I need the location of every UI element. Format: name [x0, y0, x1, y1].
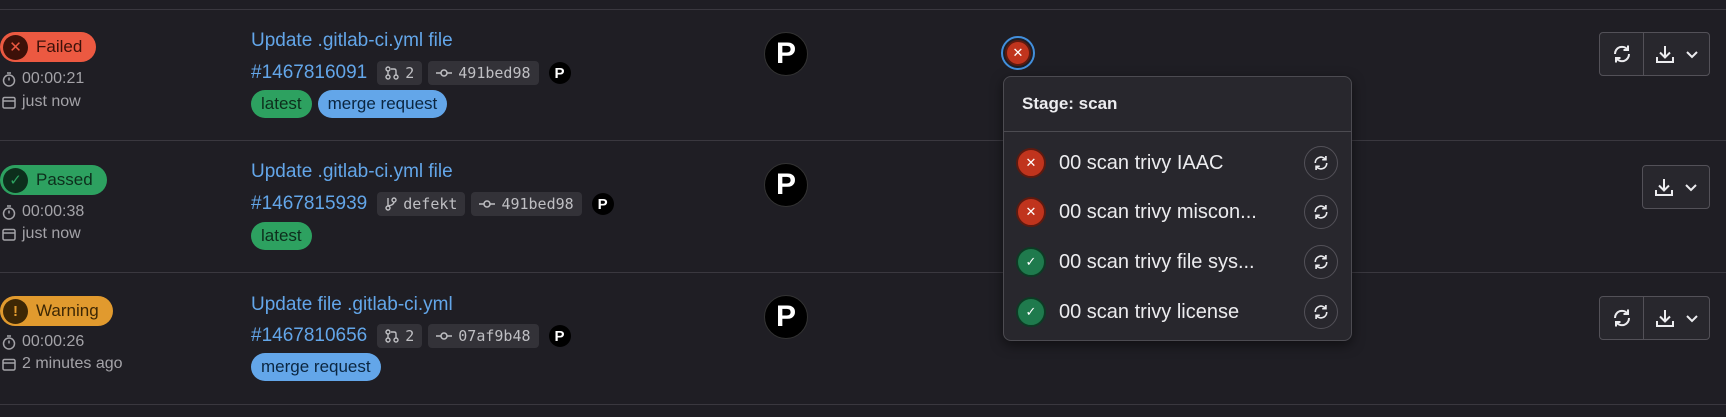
close-circle-icon: ✕ [1016, 148, 1046, 178]
triggerer-avatar[interactable]: P [764, 32, 808, 76]
job-retry-button[interactable] [1304, 146, 1338, 180]
pipeline-row: ! Warning 00:00:26 2 minutes ago Update … [0, 273, 1726, 404]
dropdown-header: Stage: scan [1004, 77, 1351, 132]
tag-list: latest [251, 222, 318, 250]
tag-list: latest merge request [251, 90, 453, 118]
job-retry-button[interactable] [1304, 245, 1338, 279]
stage-jobs-dropdown: Stage: scan ✕ 00 scan trivy IAAC ✕ 00 sc… [1003, 76, 1352, 341]
commit-icon [479, 200, 496, 208]
pipeline-row: ✕ Failed 00:00:21 just now Update .gitla… [0, 10, 1726, 141]
tag-list: merge request [251, 353, 387, 381]
check-circle-icon: ✓ [3, 167, 28, 193]
pipeline-id-line: #1467815939 defekt 491bed98 P [251, 190, 614, 218]
download-icon [1655, 179, 1673, 196]
status-badge-failed[interactable]: ✕ Failed [0, 32, 97, 62]
tag-merge-request: merge request [251, 353, 381, 381]
calendar-icon [2, 358, 16, 371]
retry-icon [1314, 156, 1328, 170]
duration: 00:00:38 [2, 203, 84, 221]
duration: 00:00:21 [2, 70, 84, 88]
job-retry-button[interactable] [1304, 195, 1338, 229]
status-label: Passed [36, 170, 93, 189]
timer-icon [2, 71, 16, 87]
status-label: Warning [36, 301, 99, 320]
triggerer-avatar[interactable]: P [764, 163, 808, 207]
job-name: 00 scan trivy miscon... [1059, 200, 1257, 223]
commit-icon [436, 69, 453, 77]
commit-title-link[interactable]: Update .gitlab-ci.yml file [251, 161, 453, 183]
pipeline-id-line: #1467810656 2 07af9b48 P [251, 322, 571, 350]
commit-sha-chip[interactable]: 491bed98 [428, 61, 539, 85]
author-avatar[interactable]: P [591, 193, 614, 215]
pipeline-row: ✓ Passed 00:00:38 just now Update .gitla… [0, 141, 1726, 272]
merge-request-chip[interactable]: 2 [377, 61, 423, 85]
retry-button[interactable] [1600, 33, 1643, 75]
tag-latest: latest [251, 90, 312, 118]
status-badge-passed[interactable]: ✓ Passed [0, 165, 107, 195]
pipeline-id-link[interactable]: #1467810656 [251, 325, 367, 347]
commit-title-link[interactable]: Update file .gitlab-ci.yml [251, 294, 453, 316]
job-name: 00 scan trivy file sys... [1059, 250, 1255, 273]
job-item[interactable]: ✓ 00 scan trivy license [1016, 290, 1342, 334]
merge-request-chip[interactable]: 2 [377, 324, 423, 348]
tag-latest: latest [251, 222, 312, 250]
download-artifacts-dropdown[interactable] [1643, 297, 1709, 339]
chevron-down-icon [1685, 315, 1698, 323]
created-time: just now [2, 93, 81, 111]
merge-request-icon [385, 66, 399, 80]
merge-request-icon [385, 329, 399, 343]
timer-icon [2, 204, 16, 220]
retry-icon [1613, 309, 1630, 327]
created-time: 2 minutes ago [2, 355, 123, 373]
job-name: 00 scan trivy license [1059, 300, 1240, 323]
exclamation-circle-icon: ! [3, 298, 28, 324]
duration: 00:00:26 [2, 333, 84, 351]
commit-icon [436, 332, 453, 340]
triggerer-avatar[interactable]: P [764, 295, 808, 339]
author-avatar[interactable]: P [548, 62, 571, 84]
download-artifacts-dropdown[interactable] [1643, 166, 1709, 208]
pipeline-id-link[interactable]: #1467815939 [251, 193, 367, 215]
branch-chip[interactable]: defekt [377, 192, 466, 216]
calendar-icon [2, 96, 16, 109]
job-retry-button[interactable] [1304, 295, 1338, 329]
chevron-down-icon [1685, 51, 1698, 59]
commit-title-link[interactable]: Update .gitlab-ci.yml file [251, 30, 453, 52]
status-badge-warning[interactable]: ! Warning [0, 296, 113, 326]
timer-icon [2, 334, 16, 350]
action-buttons [1599, 296, 1710, 340]
close-circle-icon: ✕ [3, 34, 28, 60]
retry-icon [1613, 45, 1630, 63]
tag-merge-request: merge request [317, 90, 448, 118]
created-time: just now [2, 225, 81, 243]
status-label: Failed [36, 37, 83, 56]
commit-sha-chip[interactable]: 07af9b48 [428, 324, 539, 348]
close-circle-icon: ✕ [1005, 40, 1031, 66]
download-icon [1655, 46, 1674, 63]
pipeline-id-line: #1467816091 2 491bed98 P [251, 59, 571, 87]
retry-icon [1314, 305, 1328, 319]
job-item[interactable]: ✓ 00 scan trivy file sys... [1016, 240, 1342, 284]
retry-button[interactable] [1600, 297, 1643, 339]
job-item[interactable]: ✕ 00 scan trivy miscon... [1016, 190, 1342, 234]
action-buttons [1642, 165, 1710, 209]
download-artifacts-dropdown[interactable] [1643, 33, 1709, 75]
commit-sha-chip[interactable]: 491bed98 [471, 192, 582, 216]
branch-icon [385, 197, 397, 211]
action-buttons [1599, 32, 1710, 76]
row-divider [0, 404, 1726, 405]
check-circle-icon: ✓ [1016, 297, 1046, 327]
calendar-icon [2, 228, 16, 241]
author-avatar[interactable]: P [548, 325, 571, 347]
retry-icon [1314, 255, 1328, 269]
retry-icon [1314, 205, 1328, 219]
close-circle-icon: ✕ [1016, 197, 1046, 227]
check-circle-icon: ✓ [1016, 247, 1046, 277]
stage-scan-button[interactable]: ✕ [1001, 36, 1035, 70]
job-name: 00 scan trivy IAAC [1059, 151, 1224, 174]
download-icon [1655, 310, 1674, 327]
pipeline-id-link[interactable]: #1467816091 [251, 62, 367, 84]
job-item[interactable]: ✕ 00 scan trivy IAAC [1016, 141, 1342, 185]
chevron-down-icon [1685, 184, 1697, 192]
